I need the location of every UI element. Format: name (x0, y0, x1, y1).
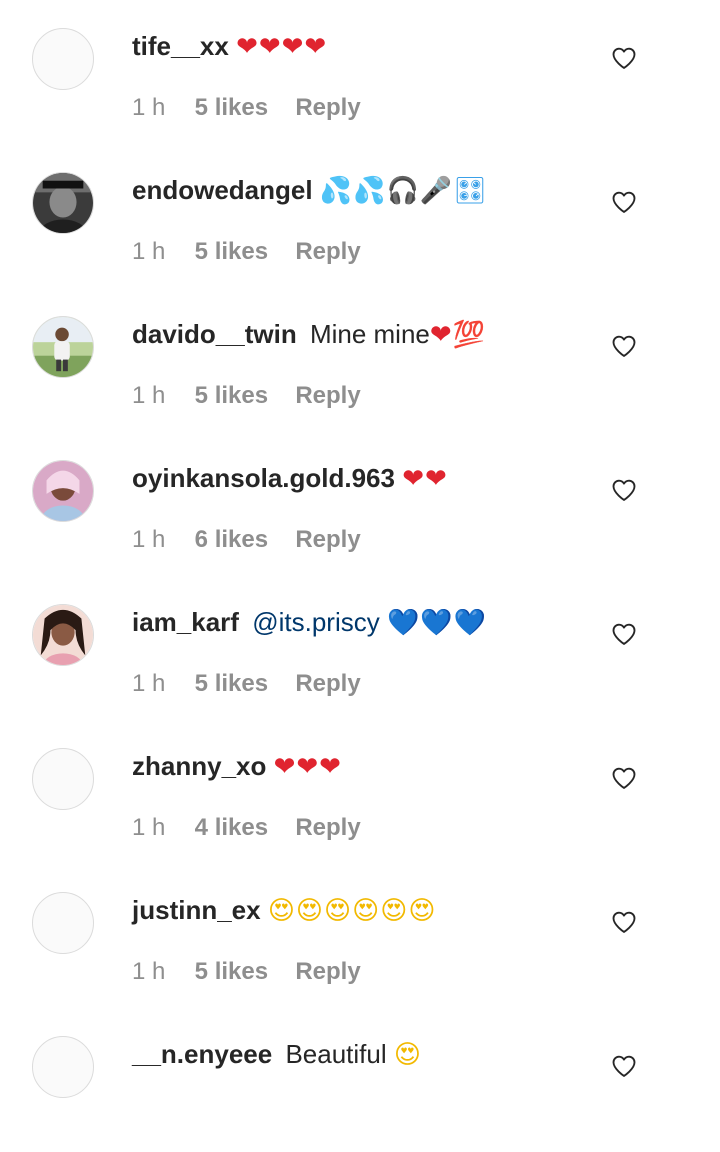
like-button[interactable] (610, 44, 638, 72)
comment-line: endowedangel 💦💦🎧🎤🎛 (132, 170, 487, 210)
username[interactable]: davido__twin (132, 319, 297, 349)
avatar[interactable] (32, 892, 94, 954)
heart-outline-icon (612, 335, 636, 357)
heart-outline-icon (612, 1055, 636, 1077)
comment-item: __n.enyeee Beautiful 😍 (0, 1008, 720, 1152)
comment-meta: 1 h 5 likes Reply (132, 234, 361, 270)
heart-outline-icon (612, 623, 636, 645)
username[interactable]: tife__xx (132, 31, 229, 61)
avatar[interactable] (32, 28, 94, 90)
avatar-photo (33, 317, 93, 377)
comment-item: zhanny_xo ❤❤❤ 1 h 4 likes Reply (0, 720, 720, 864)
like-button[interactable] (610, 620, 638, 648)
avatar[interactable] (32, 604, 94, 666)
avatar[interactable] (32, 1036, 94, 1098)
comment-emoji: 😍 (393, 1040, 422, 1070)
reply-button[interactable]: Reply (295, 670, 360, 697)
avatar[interactable] (32, 748, 94, 810)
comment-emoji: ❤❤ (402, 464, 448, 494)
mention-link[interactable]: @its.priscy (252, 607, 380, 637)
comment-time: 1 h (132, 958, 166, 985)
comment-emoji: ❤❤❤❤ (236, 32, 328, 62)
heart-outline-icon (612, 767, 636, 789)
comment-emoji: ❤💯 (429, 320, 487, 350)
username[interactable]: endowedangel (132, 175, 313, 205)
like-button[interactable] (610, 476, 638, 504)
comment-line: davido__twin Mine mine❤💯 (132, 314, 486, 354)
comment-item: oyinkansola.gold.963 ❤❤ 1 h 6 likes Repl… (0, 432, 720, 576)
comment-meta: 1 h 5 likes Reply (132, 90, 361, 126)
username[interactable]: justinn_ex (132, 895, 261, 925)
avatar[interactable] (32, 172, 94, 234)
reply-button[interactable]: Reply (295, 94, 360, 121)
comment-item: justinn_ex 😍😍😍😍😍😍 1 h 5 likes Reply (0, 864, 720, 1008)
comment-line: oyinkansola.gold.963 ❤❤ (132, 458, 448, 498)
comment-time: 1 h (132, 382, 166, 409)
likes-count[interactable]: 4 likes (195, 810, 289, 846)
comment-time: 1 h (132, 670, 166, 697)
comment-item: davido__twin Mine mine❤💯 1 h 5 likes Rep… (0, 288, 720, 432)
comment-text: Mine mine (309, 319, 430, 349)
comment-time: 1 h (132, 238, 166, 265)
comment-line: iam_karf @its.priscy 💙💙💙 (132, 602, 487, 642)
comment-emoji: 💙💙💙 (386, 608, 488, 638)
like-button[interactable] (610, 908, 638, 936)
avatar-photo (33, 461, 93, 521)
likes-count[interactable]: 5 likes (195, 234, 289, 270)
comment-emoji: ❤❤❤ (273, 752, 342, 782)
comment-time: 1 h (132, 526, 166, 553)
like-button[interactable] (610, 1052, 638, 1080)
comment-meta: 1 h 4 likes Reply (132, 810, 361, 846)
comment-line: __n.enyeee Beautiful 😍 (132, 1034, 422, 1074)
likes-count[interactable]: 5 likes (195, 90, 289, 126)
comment-emoji: 😍😍😍😍😍😍 (267, 896, 437, 926)
likes-count[interactable]: 5 likes (195, 954, 289, 990)
comment-meta: 1 h 5 likes Reply (132, 378, 361, 414)
comment-meta: 1 h 5 likes Reply (132, 954, 361, 990)
heart-outline-icon (612, 47, 636, 69)
comment-meta: 1 h 6 likes Reply (132, 522, 361, 558)
username[interactable]: oyinkansola.gold.963 (132, 463, 395, 493)
reply-button[interactable]: Reply (295, 958, 360, 985)
like-button[interactable] (610, 764, 638, 792)
comment-item: iam_karf @its.priscy 💙💙💙 1 h 5 likes Rep… (0, 576, 720, 720)
likes-count[interactable]: 5 likes (195, 378, 289, 414)
like-button[interactable] (610, 188, 638, 216)
comment-emoji: 💦💦🎧🎤🎛 (319, 176, 488, 206)
comment-text: Beautiful (285, 1039, 387, 1069)
comment-time: 1 h (132, 94, 166, 121)
reply-button[interactable]: Reply (295, 382, 360, 409)
avatar[interactable] (32, 316, 94, 378)
comment-item: endowedangel 💦💦🎧🎤🎛 1 h 5 likes Reply (0, 144, 720, 288)
username[interactable]: iam_karf (132, 607, 239, 637)
comment-meta: 1 h 5 likes Reply (132, 666, 361, 702)
likes-count[interactable]: 6 likes (195, 522, 289, 558)
like-button[interactable] (610, 332, 638, 360)
comment-item: tife__xx ❤❤❤❤ 1 h 5 likes Reply (0, 0, 720, 144)
likes-count[interactable]: 5 likes (195, 666, 289, 702)
avatar-photo (33, 173, 93, 233)
comment-line: tife__xx ❤❤❤❤ (132, 26, 327, 66)
heart-outline-icon (612, 191, 636, 213)
username[interactable]: __n.enyeee (132, 1039, 272, 1069)
heart-outline-icon (612, 479, 636, 501)
reply-button[interactable]: Reply (295, 526, 360, 553)
username[interactable]: zhanny_xo (132, 751, 266, 781)
heart-outline-icon (612, 911, 636, 933)
reply-button[interactable]: Reply (295, 814, 360, 841)
reply-button[interactable]: Reply (295, 238, 360, 265)
avatar-photo (33, 605, 93, 665)
comment-line: justinn_ex 😍😍😍😍😍😍 (132, 890, 436, 930)
comment-line: zhanny_xo ❤❤❤ (132, 746, 342, 786)
comment-time: 1 h (132, 814, 166, 841)
avatar[interactable] (32, 460, 94, 522)
